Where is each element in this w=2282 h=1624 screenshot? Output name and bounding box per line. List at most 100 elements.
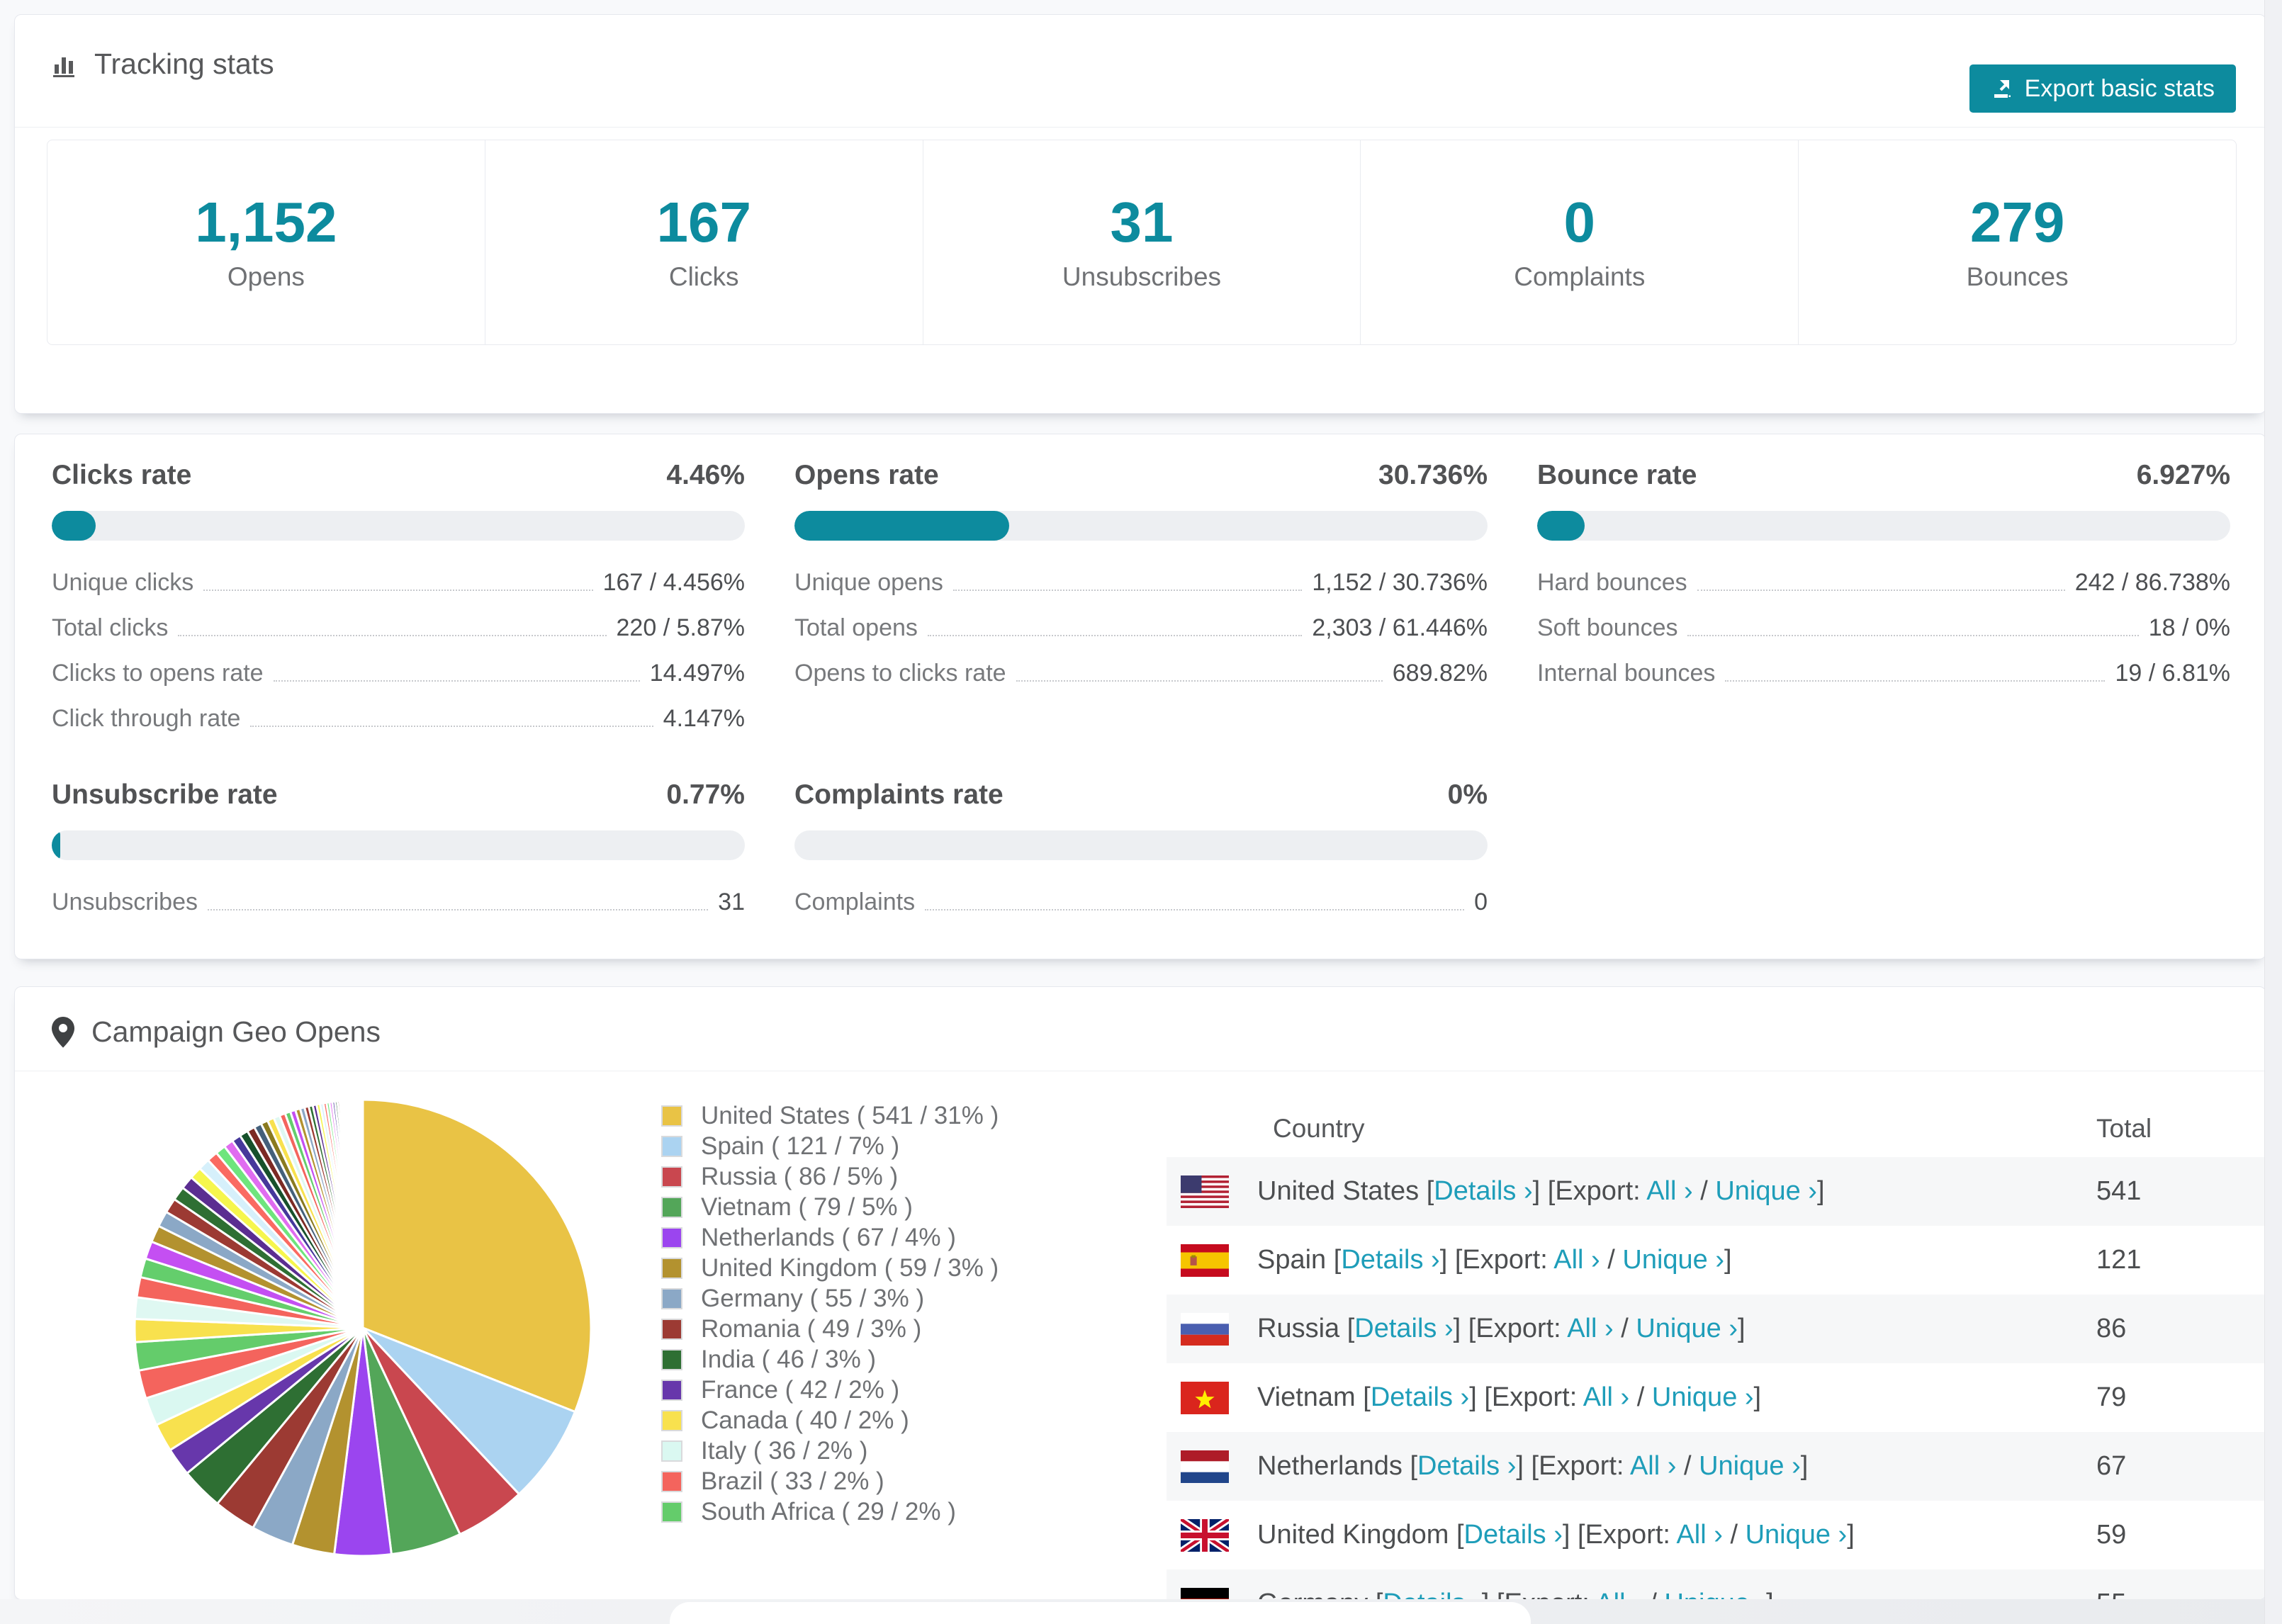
- export-button-label: Export basic stats: [2024, 74, 2215, 102]
- legend-swatch: [661, 1135, 682, 1157]
- country-total: 59: [2096, 1520, 2127, 1550]
- export-unique-link[interactable]: Unique ›: [1715, 1176, 1817, 1206]
- rate-value: 6.927%: [2136, 460, 2230, 490]
- metric-row-click-through-rate: Click through rate 4.147%: [52, 705, 745, 732]
- stat-value: 0: [1563, 191, 1596, 254]
- flag-ru-icon: [1181, 1312, 1229, 1346]
- export-all-link[interactable]: All ›: [1583, 1382, 1629, 1412]
- legend-item-india: India ( 46 / 3% ): [661, 1344, 999, 1375]
- country-name: Germany: [1257, 1589, 1368, 1599]
- dotted-leader: [250, 726, 653, 727]
- legend-swatch: [661, 1196, 682, 1218]
- stat-label: Clicks: [668, 262, 739, 291]
- metric-row-total-clicks: Total clicks 220 / 5.87%: [52, 614, 745, 641]
- export-unique-link[interactable]: Unique ›: [1652, 1382, 1754, 1412]
- geo-table-row-united-states: United States [Details ›] [Export: All ›…: [1167, 1157, 2266, 1226]
- legend-swatch: [661, 1105, 682, 1127]
- header-divider: [15, 127, 2266, 128]
- flag-nl-icon: [1181, 1450, 1229, 1483]
- rate-title: Opens rate: [794, 460, 939, 490]
- progress-track: [52, 830, 745, 860]
- flag-de-icon: [1181, 1587, 1229, 1599]
- country-name: Russia: [1257, 1314, 1340, 1343]
- export-unique-link[interactable]: Unique ›: [1636, 1314, 1738, 1343]
- progress-track: [794, 511, 1488, 541]
- dotted-leader: [203, 590, 593, 591]
- legend-item-russia: Russia ( 86 / 5% ): [661, 1161, 999, 1192]
- legend-swatch: [661, 1287, 682, 1309]
- export-all-link[interactable]: All ›: [1567, 1314, 1613, 1343]
- dotted-leader: [207, 909, 709, 910]
- legend-item-united-kingdom: United Kingdom ( 59 / 3% ): [661, 1253, 999, 1283]
- total-column-header: Total: [2096, 1114, 2152, 1143]
- export-icon: [1991, 77, 2013, 100]
- country-column-header: Country: [1273, 1114, 1365, 1143]
- export-all-link[interactable]: All ›: [1595, 1589, 1641, 1599]
- summary-stat-unsubscribes: 31 Unsubscribes: [923, 140, 1361, 344]
- export-basic-stats-button[interactable]: Export basic stats: [1969, 64, 2236, 113]
- legend-item-romania: Romania ( 49 / 3% ): [661, 1314, 999, 1344]
- details-link[interactable]: Details ›: [1371, 1382, 1469, 1412]
- summary-stat-complaints: 0 Complaints: [1361, 140, 1799, 344]
- details-link[interactable]: Details ›: [1383, 1589, 1481, 1599]
- export-all-link[interactable]: All ›: [1630, 1451, 1676, 1481]
- geo-table-header: Country Total: [1167, 1100, 2266, 1157]
- dotted-leader: [1697, 590, 2065, 591]
- rate-block-clicks-rate: Clicks rate 4.46% Unique clicks 167 / 4.…: [52, 460, 745, 733]
- metric-row-opens-to-clicks-rate: Opens to clicks rate 689.82%: [794, 660, 1488, 687]
- metric-row-total-opens: Total opens 2,303 / 61.446%: [794, 614, 1488, 641]
- country-total: 86: [2096, 1314, 2127, 1343]
- export-unique-link[interactable]: Unique ›: [1622, 1245, 1724, 1275]
- export-unique-link[interactable]: Unique ›: [1699, 1451, 1801, 1481]
- summary-stat-clicks: 167 Clicks: [485, 140, 923, 344]
- export-unique-link[interactable]: Unique ›: [1664, 1589, 1766, 1599]
- geo-title: Campaign Geo Opens: [91, 1015, 381, 1048]
- legend-swatch: [661, 1257, 682, 1279]
- metric-row-complaints: Complaints 0: [794, 889, 1488, 915]
- legend-swatch: [661, 1348, 682, 1370]
- dotted-leader: [273, 680, 640, 682]
- export-unique-link[interactable]: Unique ›: [1746, 1520, 1848, 1550]
- export-all-link[interactable]: All ›: [1646, 1176, 1692, 1206]
- details-link[interactable]: Details ›: [1354, 1314, 1453, 1343]
- details-link[interactable]: Details ›: [1434, 1176, 1532, 1206]
- metric-row-unique-opens: Unique opens 1,152 / 30.736%: [794, 569, 1488, 596]
- geo-table-body: United States [Details ›] [Export: All ›…: [1167, 1157, 2266, 1599]
- legend-swatch: [661, 1166, 682, 1188]
- export-all-link[interactable]: All ›: [1553, 1245, 1600, 1275]
- geo-opens-pie-chart[interactable]: [128, 1093, 597, 1562]
- legend-swatch: [661, 1501, 682, 1523]
- dotted-leader: [925, 909, 1465, 910]
- legend-item-vietnam: Vietnam ( 79 / 5% ): [661, 1192, 999, 1222]
- rate-block-opens-rate: Opens rate 30.736% Unique opens 1,152 / …: [794, 460, 1488, 733]
- details-link[interactable]: Details ›: [1341, 1245, 1439, 1275]
- legend-item-south-africa: South Africa ( 29 / 2% ): [661, 1496, 999, 1527]
- geo-table-row-spain: Spain [Details ›] [Export: All › / Uniqu…: [1167, 1226, 2266, 1295]
- rates-grid: Clicks rate 4.46% Unique clicks 167 / 4.…: [15, 434, 2266, 916]
- stat-value: 31: [1110, 191, 1174, 254]
- legend-swatch: [661, 1318, 682, 1340]
- dotted-leader: [1725, 680, 2106, 682]
- stat-label: Opens: [227, 262, 305, 291]
- legend-item-spain: Spain ( 121 / 7% ): [661, 1131, 999, 1161]
- flag-es-icon: [1181, 1244, 1229, 1277]
- stat-label: Bounces: [1966, 262, 2069, 291]
- rates-card: Clicks rate 4.46% Unique clicks 167 / 4.…: [14, 434, 2266, 959]
- country-name: Spain: [1257, 1245, 1327, 1275]
- country-total: 541: [2096, 1176, 2142, 1206]
- details-link[interactable]: Details ›: [1464, 1520, 1563, 1550]
- rate-title: Unsubscribe rate: [52, 779, 278, 810]
- progress-fill: [1537, 511, 1585, 541]
- summary-stats-row: 1,152 Opens 167 Clicks 31 Unsubscribes 0…: [47, 140, 2237, 345]
- dotted-leader: [1016, 680, 1383, 682]
- details-link[interactable]: Details ›: [1417, 1451, 1516, 1481]
- legend-item-united-states: United States ( 541 / 31% ): [661, 1100, 999, 1131]
- tracking-stats-header: Tracking stats: [15, 15, 2266, 81]
- vertical-scrollbar[interactable]: [2264, 0, 2282, 1624]
- bottom-sheet-surface: [670, 1602, 1531, 1624]
- geo-table-row-netherlands: Netherlands [Details ›] [Export: All › /…: [1167, 1432, 2266, 1501]
- pie-legend: United States ( 541 / 31% ) Spain ( 121 …: [661, 1100, 999, 1527]
- export-all-link[interactable]: All ›: [1676, 1520, 1722, 1550]
- legend-swatch: [661, 1440, 682, 1462]
- dotted-leader: [952, 590, 1303, 591]
